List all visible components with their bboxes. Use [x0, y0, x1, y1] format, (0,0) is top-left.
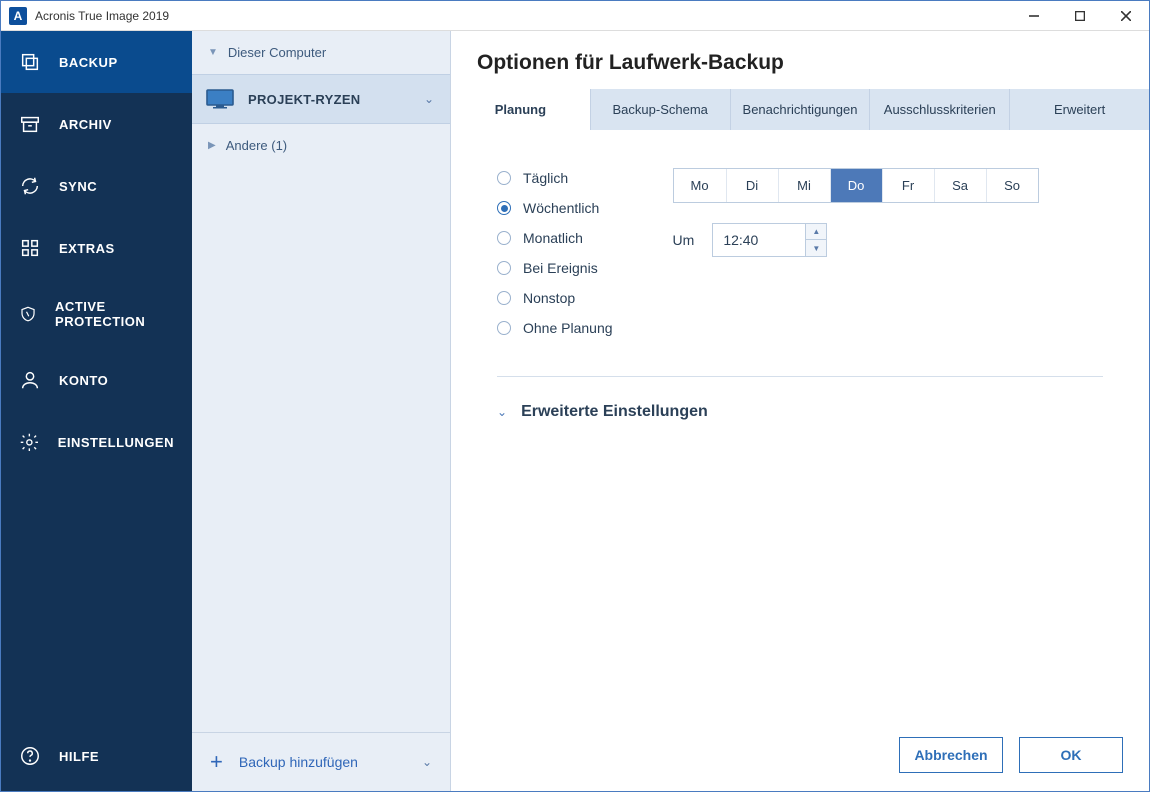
sidebar-item-hilfe[interactable]: HILFE — [1, 721, 192, 791]
tab-ausschlusskriterien[interactable]: Ausschlusskriterien — [869, 89, 1009, 130]
maximize-button[interactable] — [1057, 1, 1103, 31]
minimize-button[interactable] — [1011, 1, 1057, 31]
sidebar-item-archiv[interactable]: ARCHIV — [1, 93, 192, 155]
radio-label: Nonstop — [523, 290, 575, 306]
sidebar: BACKUP ARCHIV SYNC EXTRAS ACTIVE PROTECT… — [1, 31, 192, 791]
sidebar-item-label: HILFE — [59, 749, 99, 764]
extras-icon — [19, 237, 41, 259]
sidebar-item-backup[interactable]: BACKUP — [1, 31, 192, 93]
radio-label: Ohne Planung — [523, 320, 613, 336]
tabs: Planung Backup-Schema Benachrichtigungen… — [451, 89, 1149, 130]
radio-label: Täglich — [523, 170, 568, 186]
add-backup-button[interactable]: + Backup hinzufügen ⌄ — [192, 732, 450, 791]
tree-header-label: Dieser Computer — [228, 45, 326, 60]
tab-planung[interactable]: Planung — [451, 89, 590, 130]
radio-bei-ereignis[interactable]: Bei Ereignis — [497, 260, 613, 276]
cancel-button[interactable]: Abbrechen — [899, 737, 1003, 773]
day-di[interactable]: Di — [726, 169, 778, 202]
day-sa[interactable]: Sa — [934, 169, 986, 202]
plus-icon: + — [210, 749, 223, 775]
sync-icon — [19, 175, 41, 197]
chevron-down-icon: ⌄ — [424, 92, 434, 106]
sidebar-item-sync[interactable]: SYNC — [1, 155, 192, 217]
sidebar-item-label: ACTIVE PROTECTION — [55, 299, 174, 329]
tab-backup-schema[interactable]: Backup-Schema — [590, 89, 730, 130]
radio-taeglich[interactable]: Täglich — [497, 170, 613, 186]
add-backup-label: Backup hinzufügen — [239, 754, 358, 770]
monitor-icon — [206, 89, 234, 109]
sidebar-item-active-protection[interactable]: ACTIVE PROTECTION — [1, 279, 192, 349]
shield-icon — [19, 303, 37, 325]
radio-ohne-planung[interactable]: Ohne Planung — [497, 320, 613, 336]
sidebar-item-konto[interactable]: KONTO — [1, 349, 192, 411]
day-mi[interactable]: Mi — [778, 169, 830, 202]
time-label: Um — [673, 232, 695, 248]
main-content: Optionen für Laufwerk-Backup Planung Bac… — [451, 31, 1149, 791]
chevron-down-icon: ⌄ — [422, 755, 432, 769]
chevron-down-icon: ⌄ — [497, 405, 507, 419]
day-do[interactable]: Do — [830, 169, 882, 202]
page-title: Optionen für Laufwerk-Backup — [451, 31, 1149, 89]
radio-nonstop[interactable]: Nonstop — [497, 290, 613, 306]
radio-label: Wöchentlich — [523, 200, 599, 216]
app-icon: A — [9, 7, 27, 25]
sidebar-item-extras[interactable]: EXTRAS — [1, 217, 192, 279]
day-so[interactable]: So — [986, 169, 1038, 202]
time-input[interactable] — [713, 224, 805, 256]
help-icon — [19, 745, 41, 767]
advanced-settings-label: Erweiterte Einstellungen — [521, 403, 708, 421]
titlebar: A Acronis True Image 2019 — [1, 1, 1149, 31]
day-fr[interactable]: Fr — [882, 169, 934, 202]
sidebar-item-label: SYNC — [59, 179, 97, 194]
radio-woechentlich[interactable]: Wöchentlich — [497, 200, 613, 216]
sidebar-item-label: BACKUP — [59, 55, 118, 70]
sidebar-item-label: ARCHIV — [59, 117, 112, 132]
account-icon — [19, 369, 41, 391]
tab-benachrichtigungen[interactable]: Benachrichtigungen — [730, 89, 870, 130]
archive-icon — [19, 113, 41, 135]
time-spinner-down[interactable]: ▼ — [806, 240, 826, 256]
sidebar-item-label: EINSTELLUNGEN — [58, 435, 174, 450]
sidebar-item-label: EXTRAS — [59, 241, 115, 256]
tab-erweitert[interactable]: Erweitert — [1009, 89, 1149, 130]
chevron-right-icon: ▶ — [208, 140, 216, 151]
backup-icon — [19, 51, 41, 73]
radio-label: Bei Ereignis — [523, 260, 598, 276]
radio-label: Monatlich — [523, 230, 583, 246]
backup-item-projekt-ryzen[interactable]: PROJEKT-RYZEN ⌄ — [192, 74, 450, 124]
tree-header-andere[interactable]: ▶ Andere (1) — [192, 124, 450, 167]
schedule-radio-group: Täglich Wöchentlich Monatlich Bei Ereign… — [497, 170, 613, 336]
radio-monatlich[interactable]: Monatlich — [497, 230, 613, 246]
tree-header-label: Andere (1) — [226, 138, 287, 153]
backup-item-label: PROJEKT-RYZEN — [248, 92, 424, 107]
advanced-settings-toggle[interactable]: ⌄ Erweiterte Einstellungen — [497, 403, 1103, 421]
sidebar-item-einstellungen[interactable]: EINSTELLUNGEN — [1, 411, 192, 473]
weekday-selector: Mo Di Mi Do Fr Sa So — [673, 168, 1039, 203]
chevron-down-icon: ▼ — [208, 47, 218, 58]
ok-button[interactable]: OK — [1019, 737, 1123, 773]
close-button[interactable] — [1103, 1, 1149, 31]
settings-icon — [19, 431, 40, 453]
backup-list-panel: ▼ Dieser Computer PROJEKT-RYZEN ⌄ ▶ Ande… — [192, 31, 451, 791]
sidebar-item-label: KONTO — [59, 373, 108, 388]
window-title: Acronis True Image 2019 — [35, 9, 1011, 23]
divider — [497, 376, 1103, 377]
day-mo[interactable]: Mo — [674, 169, 726, 202]
tree-header-this-computer[interactable]: ▼ Dieser Computer — [192, 31, 450, 74]
time-spinner-up[interactable]: ▲ — [806, 224, 826, 240]
